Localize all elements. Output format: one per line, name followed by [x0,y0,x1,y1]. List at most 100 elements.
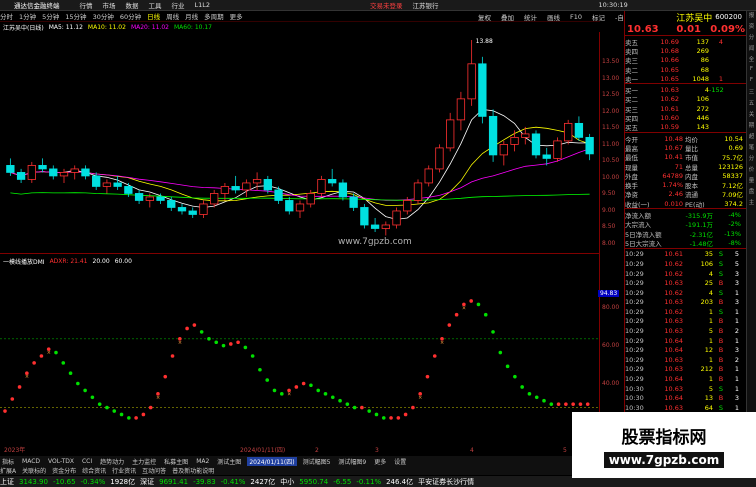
period-tab-3[interactable]: 15分钟 [65,11,86,21]
indicator-tab-9[interactable]: 2024/01/11(四) [247,456,297,466]
quote-row: 收益(一) 0.010 PE(动) 374.2 [625,199,746,209]
tick-side: S [718,403,724,412]
side-tab-9[interactable]: 关 [747,110,756,121]
indicator-tab-7[interactable]: MA2 [194,458,211,465]
indicator-tab-6[interactable]: 私募主图 [162,457,190,466]
side-tab-6[interactable]: F [747,77,756,88]
period-tab-1[interactable]: 1分钟 [19,11,36,21]
y-axis-main-label: 12.00 [602,107,620,115]
menu-item-quote[interactable]: 行情 [80,0,93,10]
candle [446,112,455,152]
indicator-level-2: 60.00 [114,257,132,265]
menu-item-market[interactable]: 市场 [103,0,116,10]
indicator-dot [520,385,524,389]
tick-time: 10:29 [625,288,644,297]
indicator-tab-5[interactable]: 主力监控 [130,457,158,466]
quote-stats: 今开 10.48 均价 10.54 最高 10.67 量比 0.69 最低 10.41 市值 75.7… [625,131,746,209]
indicator-tab-10[interactable]: 测试幅图5 [301,457,333,466]
tick-count: 5 [734,250,740,259]
tick-count: 2 [734,355,740,364]
side-tab-17[interactable]: 主 [747,198,756,209]
period-tab-5[interactable]: 60分钟 [120,11,141,21]
side-tab-7[interactable]: 三 [747,88,756,99]
side-tab-10[interactable]: 期 [747,121,756,132]
side-tab-15[interactable]: 量 [747,176,756,187]
side-tab-0[interactable]: 报 [747,11,756,22]
tick-side: S [718,384,724,393]
period-tab-2[interactable]: 5分钟 [42,11,59,21]
side-tab-14[interactable]: 价 [747,165,756,176]
indicator-dot [476,302,481,307]
side-tab-3[interactable]: 闻 [747,44,756,55]
side-tab-12[interactable]: 笔 [747,143,756,154]
side-tab-16[interactable]: 盘 [747,187,756,198]
side-tab-13[interactable]: 分 [747,154,756,165]
status-item-12: -6.55 [333,477,352,486]
indicator-tab-12[interactable]: 更多 [372,457,388,466]
indicator-dot [148,405,153,410]
info-tab-6[interactable]: 普及新功能说明 [172,466,214,475]
tool-button-2[interactable]: 统计 [524,12,537,22]
adxr-value: ADXR: 21.41 [49,257,88,265]
tool-button-4[interactable]: F10 [570,13,582,21]
period-tab-9[interactable]: 多周期 [204,11,224,21]
quote-value: 123126 [718,162,743,171]
tool-button-5[interactable]: 标记 [592,12,605,22]
indicator-tab-4[interactable]: 趋势动力 [98,457,126,466]
indicator-tab-2[interactable]: VOL-TDX [46,458,76,465]
indicator-dot [112,409,117,413]
side-tab-4[interactable]: 全 [747,55,756,66]
tick-volume: 25 [704,279,713,288]
side-tab-5[interactable]: F [747,66,756,77]
menu-item-industry[interactable]: 行业 [172,0,185,10]
indicator-chart[interactable]: × × × × × × × × 2023年 2024/01/11(四) 2 3 4 5 [0,266,600,454]
period-tab-7[interactable]: 周线 [166,11,179,21]
side-tab-8[interactable]: 五 [747,99,756,110]
book-row: 卖一 10.65 1048 1 [625,74,746,84]
tick-count: 1 [734,403,740,412]
candlestick-chart[interactable]: 13.88 [0,32,600,254]
info-tab-0[interactable]: 扩展A [0,466,16,475]
indicator-dot [432,354,437,358]
indicator-dot [105,405,109,410]
indicator-tab-1[interactable]: MACD [20,458,42,465]
menu-item-tools[interactable]: 工具 [149,0,162,10]
status-item-5: 深证 [140,477,155,486]
indicator-tab-3[interactable]: CCI [80,458,94,465]
period-tab-10[interactable]: 更多 [230,11,243,21]
indicator-tab-11[interactable]: 测试幅图9 [336,457,368,466]
indicator-tab-8[interactable]: 测试主图 [215,457,243,466]
tool-button-3[interactable]: 画线 [547,12,560,22]
side-tab-1[interactable]: 资 [747,22,756,33]
side-tab-11[interactable]: 超 [747,132,756,143]
tick-count: 3 [734,346,740,355]
indicator-dot [534,395,539,400]
side-tab-2[interactable]: 分 [747,33,756,44]
x-axis-label: 2023年 [4,446,25,454]
indicator-tab-0[interactable]: 指标 [0,457,16,466]
candle [456,91,466,131]
menu-stock-name[interactable]: 江苏银行 [413,0,439,10]
tool-button-0[interactable]: 复权 [478,12,491,22]
trade-login-status[interactable]: 交易未登录 [370,0,403,10]
indicator-tab-13[interactable]: 设置 [392,457,408,466]
period-tab-8[interactable]: 月线 [185,11,198,21]
indicator-dot [236,340,240,345]
book-row: 买一 10.63 4 -152 [625,85,746,95]
quote-value: 2.46 [668,190,683,199]
indicator-dot [578,402,583,406]
info-tab-1[interactable]: 关联标的 [22,466,46,475]
info-tab-2[interactable]: 资金分布 [52,466,76,475]
info-tab-5[interactable]: 互动问答 [142,466,166,475]
info-tab-3[interactable]: 综合资讯 [82,466,106,475]
period-tab-6[interactable]: 日线 [147,11,160,21]
tick-time: 10:29 [625,279,644,288]
menu-item-data[interactable]: 数据 [126,0,139,10]
period-tab-4[interactable]: 30分钟 [93,11,114,21]
menu-item-l1l2[interactable]: L1L2 [195,1,211,9]
indicator-dot [39,354,44,358]
tool-button-1[interactable]: 叠加 [501,12,514,22]
info-tab-4[interactable]: 行业资讯 [112,466,136,475]
period-tab-0[interactable]: 分时 [0,11,13,21]
book-price: 10.68 [660,46,679,55]
